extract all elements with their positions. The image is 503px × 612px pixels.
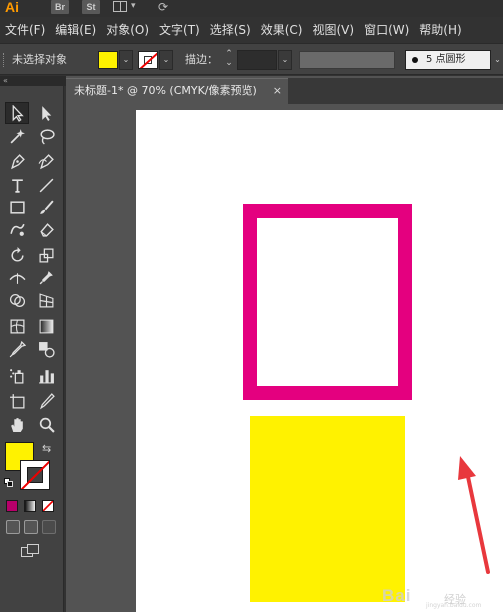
chevron-down-icon[interactable]: ▾ xyxy=(131,0,136,12)
swap-fill-stroke-icon[interactable]: ⇆ xyxy=(42,442,51,455)
direct-selection-tool-icon[interactable] xyxy=(34,102,58,124)
menu-object[interactable]: 对象(O) xyxy=(101,17,154,43)
magic-wand-tool-icon[interactable] xyxy=(5,125,29,147)
column-graph-tool-icon[interactable] xyxy=(34,364,58,386)
none-mode-icon[interactable] xyxy=(42,500,54,512)
workspace-layout-icon[interactable] xyxy=(113,1,127,12)
type-tool-icon[interactable] xyxy=(5,174,29,196)
tab-bar xyxy=(288,78,503,104)
hand-tool-icon[interactable] xyxy=(5,413,29,435)
stroke-weight-input[interactable] xyxy=(237,50,277,70)
pen-tool-icon[interactable] xyxy=(5,150,29,172)
menu-file[interactable]: 文件(F) xyxy=(0,17,50,43)
draw-inside-icon[interactable] xyxy=(42,520,56,534)
menu-select[interactable]: 选择(S) xyxy=(205,17,256,43)
illustrator-logo: Ai xyxy=(5,0,19,15)
panel-collapse-strip[interactable] xyxy=(0,76,66,86)
watermark-logo: Bai xyxy=(382,586,412,605)
slice-tool-icon[interactable] xyxy=(34,390,58,412)
brush-label: 5 点圆形 xyxy=(426,54,466,65)
sync-icon[interactable]: ⟳ xyxy=(158,0,176,14)
rectangle-tool-icon[interactable] xyxy=(5,196,29,218)
red-arrow-annotation xyxy=(458,456,490,574)
draw-normal-icon[interactable] xyxy=(6,520,20,534)
line-segment-tool-icon[interactable] xyxy=(34,174,58,196)
stroke-dropdown-icon[interactable]: ⌄ xyxy=(159,50,173,70)
selection-tool-icon[interactable] xyxy=(5,102,29,124)
document-tab[interactable]: 未标题-1* @ 70% (CMYK/像素预览) × xyxy=(66,78,288,104)
symbol-sprayer-tool-icon[interactable] xyxy=(5,364,29,386)
eraser-tool-icon[interactable] xyxy=(34,218,58,240)
title-bar: Ai Br St ▾ ⟳ xyxy=(0,0,503,17)
artboard-tool-icon[interactable] xyxy=(5,390,29,412)
shape-builder-tool-icon[interactable] xyxy=(5,289,29,311)
mesh-tool-icon[interactable] xyxy=(5,315,29,337)
perspective-grid-tool-icon[interactable] xyxy=(34,289,58,311)
stroke-inner-icon xyxy=(144,56,152,64)
rotate-tool-icon[interactable] xyxy=(5,244,29,266)
double-chevron-icon[interactable]: « xyxy=(3,76,8,86)
panel-grip-icon[interactable] xyxy=(3,53,6,67)
brush-dropdown-icon[interactable]: ⌄ xyxy=(492,50,503,70)
gradient-mode-icon[interactable] xyxy=(24,500,36,512)
bridge-button[interactable]: Br xyxy=(51,0,69,14)
illustrator-window: Ai Br St ▾ ⟳ 文件(F) 编辑(E) 对象(O) 文字(T) 选择(… xyxy=(0,0,503,612)
watermark-url: jingyan.baidu.com xyxy=(426,602,482,609)
stroke-hole xyxy=(27,467,43,483)
menu-view[interactable]: 视图(V) xyxy=(307,17,359,43)
selection-status: 未选择对象 xyxy=(12,53,67,66)
blend-tool-icon[interactable] xyxy=(34,338,58,360)
fill-dropdown-icon[interactable]: ⌄ xyxy=(119,50,133,70)
shaper-tool-icon[interactable] xyxy=(5,218,29,240)
control-bar: 未选择对象 ⌄ ⌄ 描边： ⌃ ⌄ ⌄ 5 点圆形 ⌄ xyxy=(0,43,503,75)
fill-color-swatch[interactable] xyxy=(98,51,118,69)
stroke-color-box[interactable] xyxy=(20,460,50,490)
menu-bar: 文件(F) 编辑(E) 对象(O) 文字(T) 选择(S) 效果(C) 视图(V… xyxy=(0,17,503,43)
gradient-tool-icon[interactable] xyxy=(34,315,58,337)
zoom-tool-icon[interactable] xyxy=(34,413,58,435)
curvature-tool-icon[interactable] xyxy=(34,150,58,172)
scale-tool-icon[interactable] xyxy=(34,244,58,266)
lasso-tool-icon[interactable] xyxy=(34,125,58,147)
document-tab-title: 未标题-1* @ 70% (CMYK/像素预览) xyxy=(74,84,257,97)
variable-width-profile[interactable] xyxy=(299,51,395,69)
stock-button[interactable]: St xyxy=(82,0,100,14)
menu-effect[interactable]: 效果(C) xyxy=(256,17,308,43)
close-icon[interactable]: × xyxy=(273,79,282,103)
stroke-color-swatch[interactable] xyxy=(138,51,158,69)
menu-type[interactable]: 文字(T) xyxy=(154,17,205,43)
brush-dot-icon xyxy=(412,57,418,63)
magenta-stroke-rectangle[interactable] xyxy=(243,204,412,400)
menu-edit[interactable]: 编辑(E) xyxy=(50,17,101,43)
width-tool-icon[interactable] xyxy=(5,266,29,288)
color-mode-icon[interactable] xyxy=(6,500,18,512)
brush-definition-dropdown[interactable]: 5 点圆形 xyxy=(405,50,491,70)
menu-help[interactable]: 帮助(H) xyxy=(414,17,466,43)
puppet-warp-tool-icon[interactable] xyxy=(34,266,58,288)
stroke-weight-dropdown-icon[interactable]: ⌄ xyxy=(278,50,292,70)
default-fill-stroke-icon[interactable] xyxy=(4,478,14,488)
baidu-watermark: Bai 经验 jingyan.baidu.com xyxy=(382,572,502,610)
paintbrush-tool-icon[interactable] xyxy=(34,196,58,218)
eyedropper-tool-icon[interactable] xyxy=(5,338,29,360)
menu-window[interactable]: 窗口(W) xyxy=(359,17,414,43)
stroke-weight-spinner[interactable]: ⌃ ⌄ xyxy=(222,50,236,70)
screen-mode-icon[interactable] xyxy=(21,544,41,558)
stroke-weight-label: 描边： xyxy=(185,53,218,66)
draw-behind-icon[interactable] xyxy=(24,520,38,534)
